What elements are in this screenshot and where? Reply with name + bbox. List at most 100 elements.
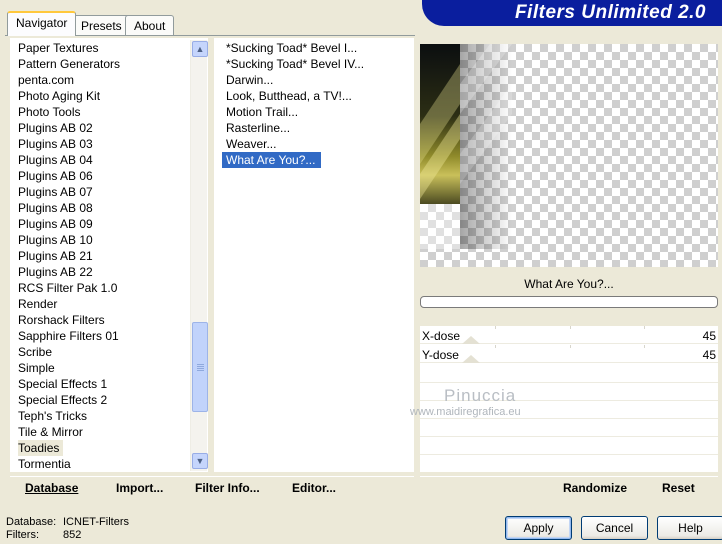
category-item[interactable]: Plugins AB 21 bbox=[10, 248, 190, 264]
editor-button[interactable]: Editor... bbox=[292, 481, 336, 495]
title-banner: Filters Unlimited 2.0 bbox=[422, 0, 722, 26]
slider-tick bbox=[644, 326, 645, 329]
filter-item[interactable]: Motion Trail... bbox=[222, 104, 412, 120]
database-label: Database: bbox=[6, 516, 57, 528]
category-item[interactable]: Scribe bbox=[10, 344, 190, 360]
category-item-label: Tile & Mirror bbox=[18, 425, 83, 439]
category-item-label: Photo Tools bbox=[18, 105, 81, 119]
filter-item[interactable]: Weaver... bbox=[222, 136, 412, 152]
watermark-name: Pinuccia bbox=[444, 386, 517, 405]
filter-item[interactable]: Look, Butthead, a TV!... bbox=[222, 88, 412, 104]
cancel-button[interactable]: Cancel bbox=[581, 516, 648, 540]
category-item[interactable]: Plugins AB 10 bbox=[10, 232, 190, 248]
param-divider bbox=[420, 418, 718, 419]
category-item[interactable]: Plugins AB 04 bbox=[10, 152, 190, 168]
category-list[interactable]: Paper Textures Pattern Generators penta.co… bbox=[10, 40, 190, 472]
category-item[interactable]: RCS Filter Pak 1.0 bbox=[10, 280, 190, 296]
apply-button[interactable]: Apply bbox=[505, 516, 572, 540]
param-divider bbox=[420, 382, 718, 383]
filter-item-label: Motion Trail... bbox=[226, 105, 299, 119]
reset-button[interactable]: Reset bbox=[662, 481, 695, 495]
category-item[interactable]: Teph's Tricks bbox=[10, 408, 190, 424]
filter-item[interactable]: What Are You?... bbox=[222, 152, 412, 168]
category-item[interactable]: Photo Aging Kit bbox=[10, 88, 190, 104]
filter-item-label: *Sucking Toad* Bevel I... bbox=[226, 41, 358, 55]
category-item-label: Toadies bbox=[18, 440, 64, 456]
filter-info-button[interactable]: Filter Info... bbox=[195, 481, 260, 495]
banner-title: Filters Unlimited 2.0 bbox=[514, 2, 706, 23]
filter-item-label: Rasterline... bbox=[226, 121, 291, 135]
scroll-thumb[interactable] bbox=[192, 322, 208, 412]
category-item[interactable]: Plugins AB 07 bbox=[10, 184, 190, 200]
category-item[interactable]: Pattern Generators bbox=[10, 56, 190, 72]
category-item-label: Plugins AB 07 bbox=[18, 185, 93, 199]
tab-navigator[interactable]: Navigator bbox=[7, 11, 77, 36]
category-item[interactable]: Rorshack Filters bbox=[10, 312, 190, 328]
category-item[interactable]: Special Effects 2 bbox=[10, 392, 190, 408]
category-item[interactable]: Paper Textures bbox=[10, 40, 190, 56]
filter-item[interactable]: Rasterline... bbox=[222, 120, 412, 136]
category-item-label: Pattern Generators bbox=[18, 57, 121, 71]
category-item[interactable]: Sapphire Filters 01 bbox=[10, 328, 190, 344]
filter-list[interactable]: *Sucking Toad* Bevel I... *Sucking Toad* … bbox=[222, 40, 412, 168]
category-item-label: Special Effects 1 bbox=[18, 377, 108, 391]
category-item[interactable]: Plugins AB 06 bbox=[10, 168, 190, 184]
category-scrollbar[interactable]: ▲ ▼ bbox=[190, 40, 208, 471]
import-button[interactable]: Import... bbox=[116, 481, 163, 495]
category-item[interactable]: Toadies bbox=[10, 440, 190, 456]
scroll-down-button[interactable]: ▼ bbox=[192, 453, 208, 469]
category-item-label: penta.com bbox=[18, 73, 75, 87]
category-item-label: Photo Aging Kit bbox=[18, 89, 101, 103]
slider-thumb[interactable] bbox=[462, 355, 480, 363]
category-item[interactable]: Tile & Mirror bbox=[10, 424, 190, 440]
param-value: 45 bbox=[702, 329, 716, 343]
category-item[interactable]: Simple bbox=[10, 360, 190, 376]
category-item-label: Plugins AB 04 bbox=[18, 153, 93, 167]
category-item-label: Teph's Tricks bbox=[18, 409, 87, 423]
preview-image bbox=[420, 44, 512, 249]
grip-line bbox=[197, 368, 204, 369]
category-item[interactable]: penta.com bbox=[10, 72, 190, 88]
category-item-label: Plugins AB 08 bbox=[18, 201, 93, 215]
category-item[interactable]: Plugins AB 08 bbox=[10, 200, 190, 216]
param-x-dose[interactable]: X-dose 45 bbox=[420, 326, 718, 344]
param-y-dose[interactable]: Y-dose 45 bbox=[420, 345, 718, 363]
slider-tick bbox=[644, 345, 645, 348]
slider-tick bbox=[495, 326, 496, 329]
randomize-button[interactable]: Randomize bbox=[563, 481, 627, 495]
category-item[interactable]: Photo Tools bbox=[10, 104, 190, 120]
category-item-label: Rorshack Filters bbox=[18, 313, 105, 327]
database-button[interactable]: Database bbox=[25, 481, 78, 495]
tab-about[interactable]: About bbox=[125, 15, 175, 35]
param-label: Y-dose bbox=[422, 348, 459, 362]
category-item-label: Render bbox=[18, 297, 58, 311]
filter-item[interactable]: *Sucking Toad* Bevel I... bbox=[222, 40, 412, 56]
category-item-label: Simple bbox=[18, 361, 55, 375]
slider-thumb[interactable] bbox=[462, 336, 480, 344]
category-item[interactable]: Plugins AB 22 bbox=[10, 264, 190, 280]
progress-bar bbox=[420, 296, 718, 308]
category-item[interactable]: Plugins AB 03 bbox=[10, 136, 190, 152]
filter-item-label: *Sucking Toad* Bevel IV... bbox=[226, 57, 365, 71]
category-item-label: Tormentia bbox=[18, 457, 71, 471]
filter-item[interactable]: Darwin... bbox=[222, 72, 412, 88]
help-button[interactable]: Help bbox=[657, 516, 722, 540]
category-item[interactable]: Special Effects 1 bbox=[10, 376, 190, 392]
category-item-label: Scribe bbox=[18, 345, 53, 359]
category-item[interactable]: Tormentia bbox=[10, 456, 190, 472]
tab-presets[interactable]: Presets bbox=[72, 15, 131, 35]
category-item[interactable]: Plugins AB 09 bbox=[10, 216, 190, 232]
database-value: ICNET-Filters bbox=[63, 516, 129, 528]
grip-line bbox=[197, 366, 204, 367]
category-item[interactable]: Render bbox=[10, 296, 190, 312]
category-item[interactable]: Plugins AB 02 bbox=[10, 120, 190, 136]
slider-tick bbox=[570, 326, 571, 329]
category-item-label: Sapphire Filters 01 bbox=[18, 329, 119, 343]
scroll-up-button[interactable]: ▲ bbox=[192, 41, 208, 57]
filter-item-label: What Are You?... bbox=[222, 152, 322, 168]
filter-item[interactable]: *Sucking Toad* Bevel IV... bbox=[222, 56, 412, 72]
category-item-label: Plugins AB 09 bbox=[18, 217, 93, 231]
category-item-label: Plugins AB 22 bbox=[18, 265, 93, 279]
param-divider bbox=[420, 436, 718, 437]
preview-canvas bbox=[420, 44, 718, 267]
